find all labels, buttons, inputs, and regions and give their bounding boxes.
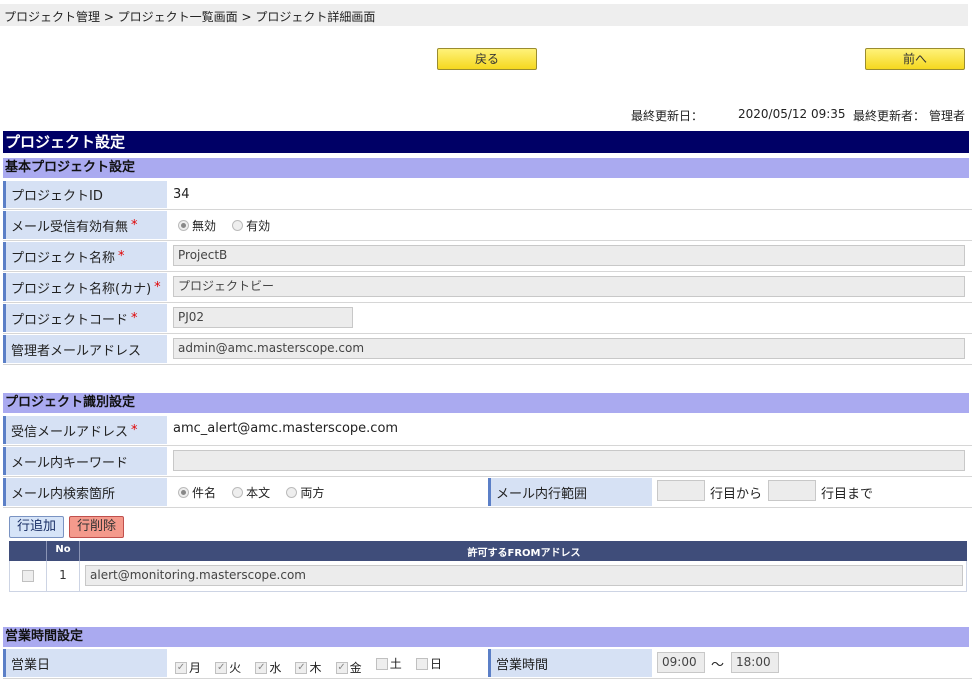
breadcrumb: プロジェクト管理 > プロジェクト一覧画面 > プロジェクト詳細画面: [0, 4, 968, 26]
add-row-button[interactable]: 行追加: [9, 516, 64, 538]
checkbox-empty-icon: [375, 657, 388, 670]
keyword-label: メール内キーワード: [3, 447, 167, 475]
required-mark: *: [131, 217, 138, 233]
biz-hours-title: 営業時間設定: [3, 627, 969, 647]
biz-days-row: 営業日 ✓ 月 ✓ 火 ✓ 水 ✓ 木 ✓ 金 土 日 営業時間 09:00 〜 18:0…: [3, 648, 972, 679]
range-to-suffix: 行目まで: [821, 487, 874, 502]
biz-days-label: 営業日: [3, 649, 167, 677]
admin-mail-row: 管理者メールアドレス admin@amc.masterscope.com: [3, 334, 972, 365]
radio-dot-icon: [178, 220, 189, 231]
mail-enable-row: メール受信有効有無 * 無効 有効: [3, 210, 972, 241]
radio-subject[interactable]: 件名: [178, 484, 216, 501]
section-title: プロジェクト設定: [3, 131, 969, 153]
day-checkbox-mon[interactable]: ✓ 月: [175, 659, 201, 676]
delete-row-button[interactable]: 行削除: [69, 516, 124, 538]
last-updater-label: 最終更新者：: [853, 109, 926, 123]
keyword-row: メール内キーワード: [3, 446, 972, 477]
check-icon: ✓: [335, 661, 348, 674]
project-id-row: プロジェクトID 34: [3, 180, 972, 210]
project-name-row: プロジェクト名称 * ProjectB: [3, 241, 972, 272]
day-checkbox-thu[interactable]: ✓ 木: [295, 659, 321, 676]
project-kana-input[interactable]: プロジェクトビー: [173, 276, 965, 297]
mail-enable-radios: 無効 有効: [178, 217, 282, 235]
radio-disabled[interactable]: 無効: [178, 217, 216, 234]
day-checkbox-wed[interactable]: ✓ 水: [255, 659, 281, 676]
time-separator: 〜: [711, 658, 725, 673]
col-no-header: No: [55, 544, 71, 555]
biz-days-checkboxes: ✓ 月 ✓ 火 ✓ 水 ✓ 木 ✓ 金 土 日: [175, 655, 452, 676]
check-icon: ✓: [175, 661, 187, 674]
day-checkbox-sat[interactable]: 土: [375, 655, 402, 672]
check-icon: ✓: [215, 661, 228, 674]
last-updated-value: 2020/05/12 09:35: [738, 107, 846, 121]
required-mark: *: [118, 248, 125, 264]
admin-mail-input[interactable]: admin@amc.masterscope.com: [173, 338, 965, 359]
last-updated-label: 最終更新日：: [631, 109, 704, 123]
day-checkbox-fri[interactable]: ✓ 金: [335, 659, 362, 676]
radio-dot-icon: [232, 220, 244, 231]
line-range-label: メール内行範囲: [488, 478, 652, 506]
checkbox-empty-icon: [415, 657, 428, 670]
radio-both[interactable]: 両方: [286, 484, 324, 501]
radio-dot-icon: [178, 487, 189, 498]
admin-mail-label: 管理者メールアドレス: [3, 335, 167, 363]
back-button[interactable]: 戻る: [437, 48, 537, 70]
day-checkbox-sun[interactable]: 日: [415, 655, 442, 672]
basic-settings-title: 基本プロジェクト設定: [3, 158, 969, 178]
search-area-radios: 件名 本文 両方: [178, 484, 336, 502]
from-table-header: No 許可するFROMアドレス: [9, 541, 967, 561]
ident-settings-title: プロジェクト識別設定: [3, 393, 969, 413]
col-from-header: 許可するFROMアドレス: [467, 548, 581, 559]
radio-enabled[interactable]: 有効: [232, 217, 270, 234]
project-kana-label: プロジェクト名称(カナ) *: [3, 273, 167, 301]
mail-enable-label: メール受信有効有無 *: [3, 211, 167, 239]
project-code-label: プロジェクトコード *: [3, 304, 167, 332]
check-icon: ✓: [295, 661, 308, 674]
search-area-row: メール内検索箇所 件名 本文 両方 メール内行範囲 行目から 行目まで: [3, 477, 972, 508]
end-time-input[interactable]: 18:00: [731, 652, 779, 673]
recv-mail-row: 受信メールアドレス * amc_alert@amc.masterscope.com: [3, 415, 972, 446]
project-id-label: プロジェクトID: [3, 181, 167, 208]
check-icon: ✓: [255, 661, 268, 674]
row-select-checkbox[interactable]: [22, 570, 34, 582]
radio-body[interactable]: 本文: [232, 484, 270, 501]
project-kana-row: プロジェクト名称(カナ) * プロジェクトビー: [3, 272, 972, 303]
keyword-input[interactable]: [173, 450, 965, 471]
radio-dot-icon: [232, 487, 244, 498]
required-mark: *: [131, 310, 138, 326]
table-row: 1 alert@monitoring.masterscope.com: [9, 561, 967, 592]
project-name-input[interactable]: ProjectB: [173, 245, 965, 266]
radio-dot-icon: [286, 487, 298, 498]
range-to-input[interactable]: [768, 480, 816, 501]
range-from-suffix: 行目から: [710, 487, 763, 502]
row-no: 1: [59, 568, 67, 582]
project-name-label: プロジェクト名称 *: [3, 242, 167, 270]
required-mark: *: [131, 422, 138, 438]
recv-mail-label: 受信メールアドレス *: [3, 416, 167, 444]
search-area-label: メール内検索箇所: [3, 478, 167, 506]
last-updater-value: 管理者: [929, 109, 966, 123]
project-code-input[interactable]: PJ02: [173, 307, 353, 328]
day-checkbox-tue[interactable]: ✓ 火: [215, 659, 241, 676]
project-id-value: 34: [173, 187, 190, 202]
from-address-input[interactable]: alert@monitoring.masterscope.com: [85, 565, 963, 586]
recv-mail-value: amc_alert@amc.masterscope.com: [173, 421, 399, 436]
prev-button[interactable]: 前へ: [865, 48, 965, 70]
start-time-input[interactable]: 09:00: [657, 652, 705, 673]
project-code-row: プロジェクトコード * PJ02: [3, 303, 972, 334]
biz-hours-label: 営業時間: [488, 649, 652, 677]
required-mark: *: [154, 279, 161, 295]
range-from-input[interactable]: [657, 480, 705, 501]
